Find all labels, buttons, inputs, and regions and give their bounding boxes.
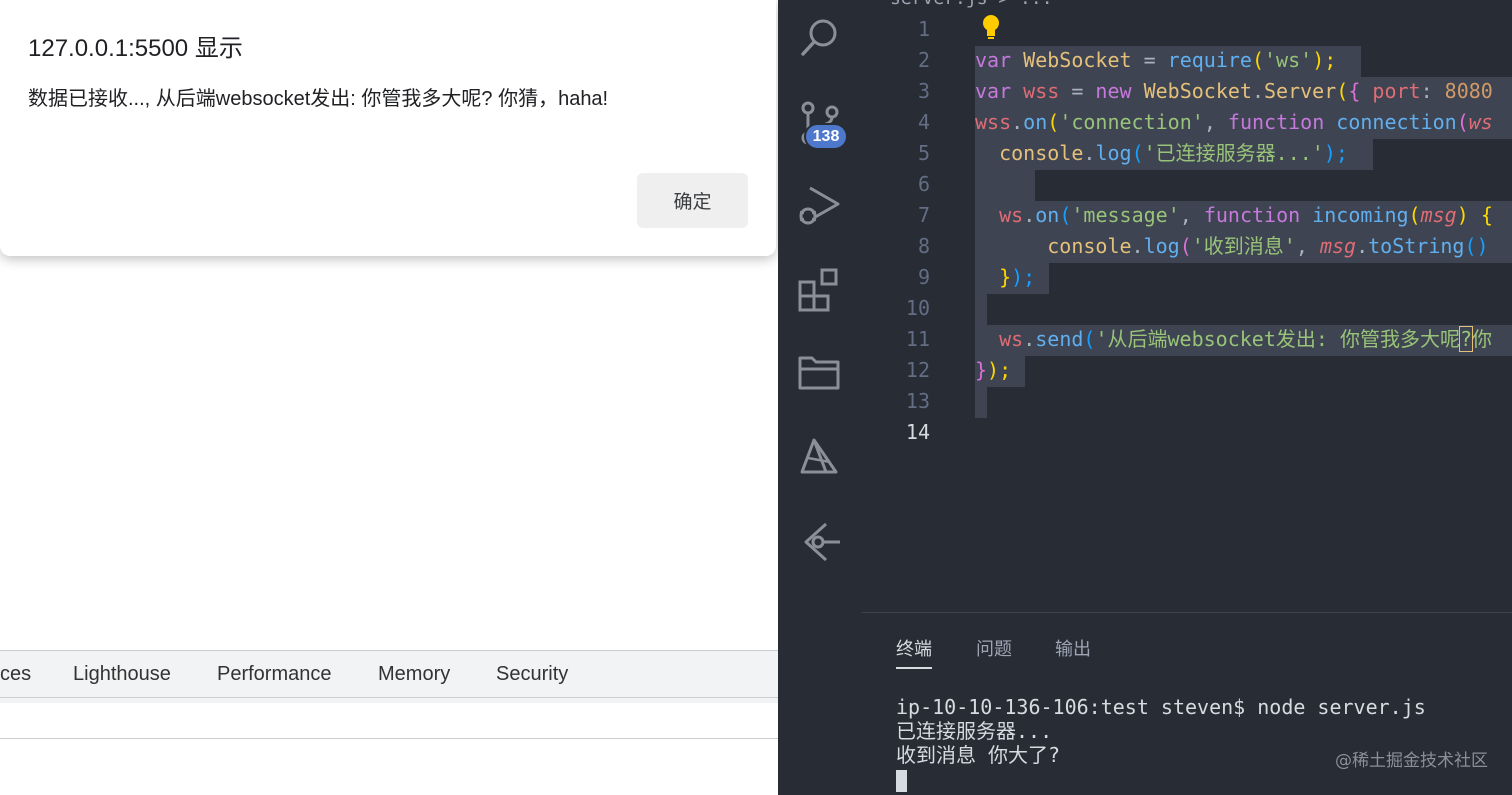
terminal-cursor — [896, 769, 907, 792]
line-number: 8 — [917, 234, 930, 258]
tab-problems[interactable]: 问题 — [976, 635, 1012, 661]
code-line: var WebSocket = require('ws'); — [975, 48, 1337, 72]
devtools-tab-lighthouse[interactable]: Lighthouse — [73, 663, 171, 686]
code-line: }); — [999, 265, 1036, 289]
alert-dialog: 127.0.0.1:5500 显示 数据已接收..., 从后端websocket… — [0, 0, 776, 256]
devtools-tab-sources[interactable]: ces — [0, 663, 31, 686]
activity-bar: 138 — [778, 0, 862, 795]
alert-title: 127.0.0.1:5500 显示 — [28, 35, 243, 62]
code-line: var wss = new WebSocket.Server({ port: 8… — [975, 79, 1493, 103]
line-number: 9 — [917, 265, 930, 289]
line-number: 4 — [917, 110, 930, 134]
explorer-icon[interactable] — [796, 348, 844, 396]
breadcrumb[interactable]: server.js > ... — [890, 0, 1053, 9]
terminal-line: ip-10-10-136-106:test steven$ node serve… — [896, 695, 1426, 719]
alert-ok-button[interactable]: 确定 — [637, 173, 748, 228]
line-number: 11 — [905, 327, 930, 351]
terminal-line: 已连接服务器... — [896, 719, 1053, 743]
tab-terminal[interactable]: 终端 — [896, 635, 932, 669]
devtools-filter-bar[interactable] — [0, 703, 778, 739]
code-line: wss.on('connection', function connection… — [975, 110, 1493, 134]
remote-icon[interactable] — [796, 432, 844, 480]
code-editor-window: 138 server.js > ... — [778, 0, 1512, 795]
code-editor[interactable]: 1 2 3 4 5 6 7 8 9 10 11 12 13 14 var Web… — [862, 12, 1512, 612]
line-number: 10 — [905, 296, 930, 320]
line-number: 7 — [917, 203, 930, 227]
browser-window: 127.0.0.1:5500 显示 数据已接收..., 从后端websocket… — [0, 0, 778, 795]
code-line: ws.on('message', function incoming(msg) … — [999, 203, 1493, 227]
devtools-tab-security[interactable]: Security — [496, 663, 568, 686]
line-number: 12 — [905, 358, 930, 382]
tab-output[interactable]: 输出 — [1055, 635, 1091, 661]
line-number: 2 — [917, 48, 930, 72]
line-number-active: 14 — [905, 420, 930, 444]
code-line: ws.send('从后端websocket发出: 你管我多大呢?你 — [999, 326, 1492, 352]
gitlens-icon[interactable] — [796, 516, 844, 564]
line-number: 1 — [917, 17, 930, 41]
lightbulb-icon[interactable] — [980, 14, 1002, 40]
search-icon[interactable] — [796, 14, 844, 62]
alert-message: 数据已接收..., 从后端websocket发出: 你管我多大呢? 你猜，hah… — [28, 88, 609, 110]
run-debug-icon[interactable] — [796, 182, 844, 230]
watermark: @稀土掘金技术社区 — [1335, 751, 1488, 771]
devtools-tab-performance[interactable]: Performance — [217, 663, 332, 686]
extensions-icon[interactable] — [796, 266, 844, 314]
terminal-output[interactable]: ip-10-10-136-106:test steven$ node serve… — [896, 695, 1426, 792]
line-number: 13 — [905, 389, 930, 413]
line-number: 3 — [917, 79, 930, 103]
line-number: 5 — [917, 141, 930, 165]
devtools-tab-bar: ces Lighthouse Performance Memory Securi… — [0, 650, 778, 698]
devtools-tab-memory[interactable]: Memory — [378, 663, 450, 686]
code-line: console.log('收到消息', msg.toString() — [1047, 234, 1489, 258]
line-number: 6 — [917, 172, 930, 196]
scm-count-badge: 138 — [804, 123, 848, 150]
code-line: }); — [975, 358, 1012, 382]
code-line: console.log('已连接服务器...'); — [999, 141, 1348, 165]
